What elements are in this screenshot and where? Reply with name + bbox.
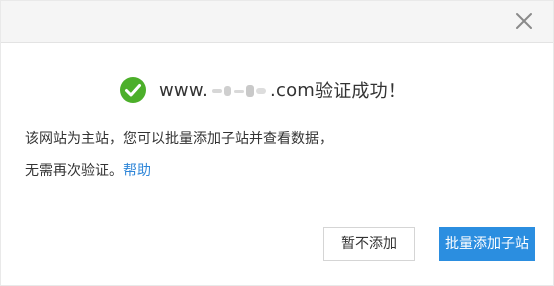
batch-add-subsites-button[interactable]: 批量添加子站 <box>439 227 535 261</box>
dialog-header <box>1 1 553 43</box>
domain-suffix: .com <box>270 79 316 101</box>
message-line-1: 该网站为主站，您可以批量添加子站并查看数据， <box>25 131 333 147</box>
verification-success-text: 验证成功！ <box>315 81 407 102</box>
close-icon <box>513 10 535 32</box>
message-line-2-container: 无需再次验证。帮助 <box>25 155 333 187</box>
masked-domain-image <box>210 82 268 100</box>
success-message-row: www. .com 验证成功！ <box>119 75 406 105</box>
close-button[interactable] <box>513 10 535 32</box>
message-text: 该网站为主站，您可以批量添加子站并查看数据， 无需再次验证。帮助 <box>25 123 333 187</box>
help-link[interactable]: 帮助 <box>123 163 151 179</box>
verification-success-dialog: www. .com 验证成功！ 该网站为主站，您可以批量添加子站并查看数据， 无… <box>0 0 554 286</box>
not-now-button[interactable]: 暂不添加 <box>323 227 415 261</box>
message-line-2: 无需再次验证。 <box>25 163 123 179</box>
check-circle-icon <box>119 76 147 104</box>
domain-prefix: www. <box>159 79 209 101</box>
